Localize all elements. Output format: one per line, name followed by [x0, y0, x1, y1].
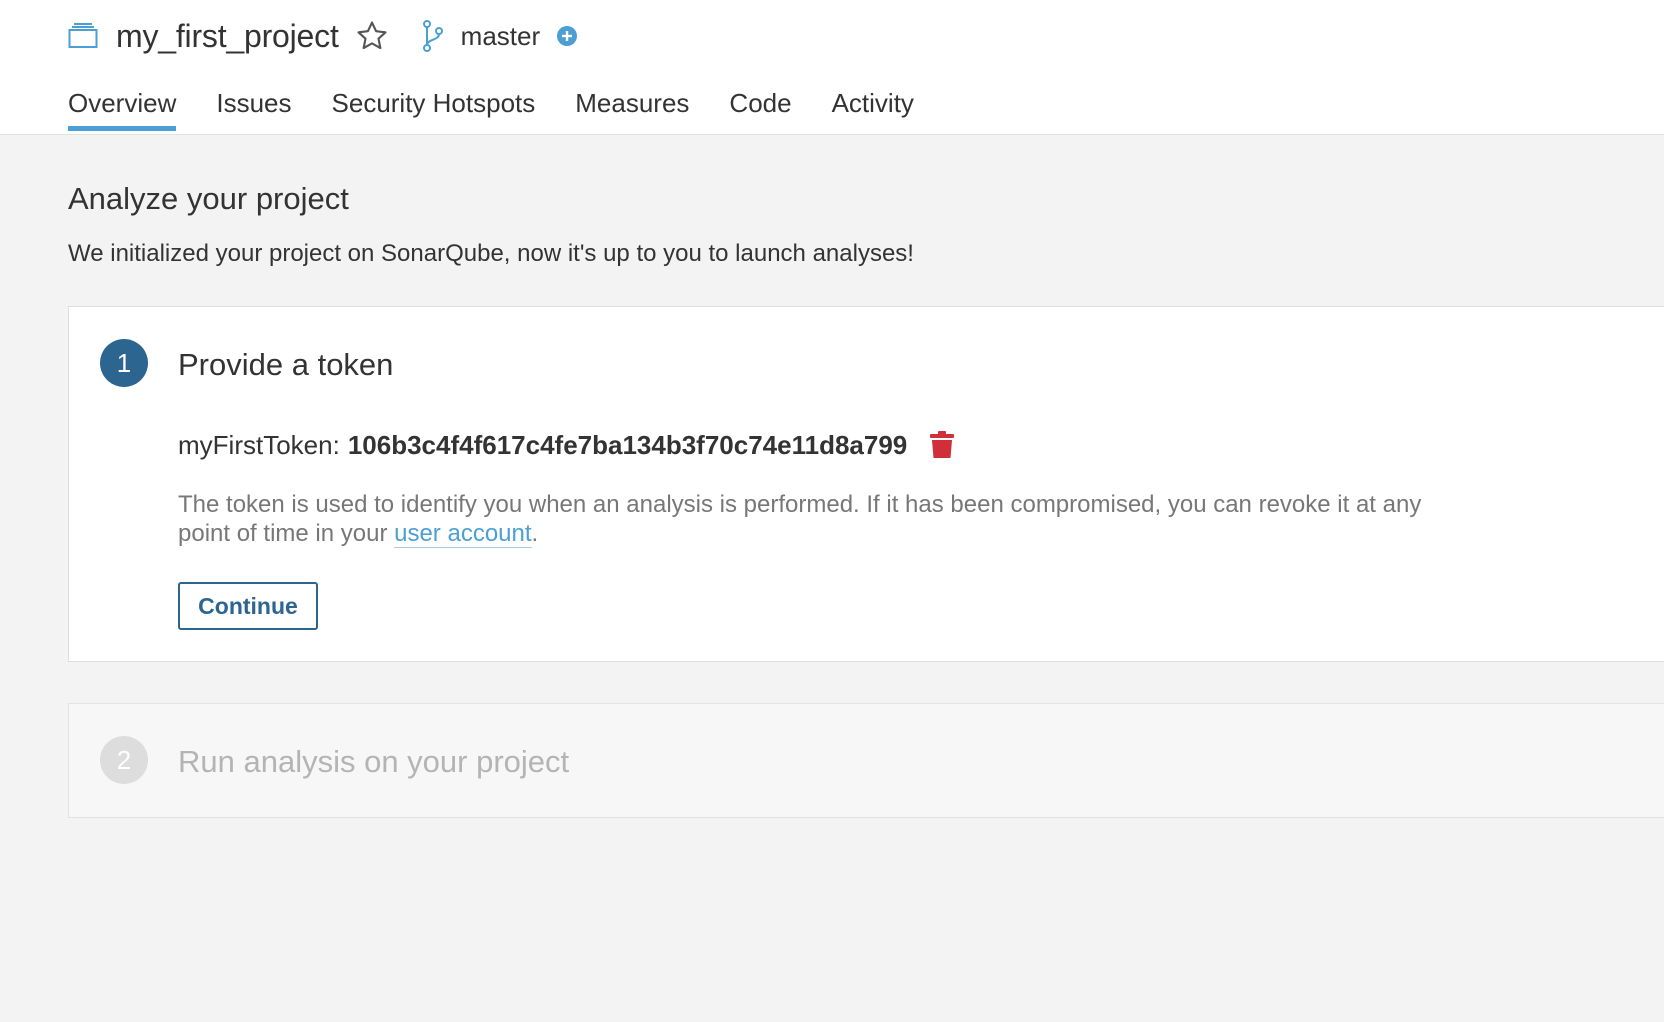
page-title: Analyze your project — [68, 181, 349, 216]
add-branch-icon[interactable] — [556, 24, 580, 48]
step-number-badge: 2 — [100, 736, 148, 784]
trash-icon[interactable] — [929, 430, 957, 460]
project-header: my_first_project master Overview Issues … — [0, 0, 1664, 135]
project-icon — [68, 20, 100, 52]
step-number-badge: 1 — [100, 339, 148, 387]
branch-name[interactable]: master — [461, 21, 540, 52]
tab-security-hotspots[interactable]: Security Hotspots — [332, 82, 536, 131]
page-description: We initialized your project on SonarQube… — [68, 240, 914, 267]
step-title: Provide a token — [178, 347, 394, 382]
user-account-link[interactable]: user account — [394, 520, 532, 548]
step-provide-token: 1 Provide a token myFirstToken: 106b3c4f… — [68, 306, 1664, 662]
token-row: myFirstToken: 106b3c4f4f617c4fe7ba134b3f… — [178, 425, 957, 465]
project-name[interactable]: my_first_project — [116, 18, 339, 55]
token-value: 106b3c4f4f617c4fe7ba134b3f70c74e11d8a799 — [347, 429, 908, 460]
project-title-row: my_first_project master — [68, 14, 580, 58]
tab-activity[interactable]: Activity — [832, 82, 914, 131]
continue-button[interactable]: Continue — [178, 582, 318, 630]
step-title: Run analysis on your project — [178, 744, 570, 779]
token-name: myFirstToken: — [178, 429, 340, 460]
step-run-analysis: 2 Run analysis on your project — [68, 703, 1664, 818]
project-nav-tabs: Overview Issues Security Hotspots Measur… — [68, 82, 954, 135]
tab-code[interactable]: Code — [729, 82, 791, 131]
tab-issues[interactable]: Issues — [216, 82, 291, 131]
token-note: The token is used to identify you when a… — [178, 490, 1448, 548]
tab-measures[interactable]: Measures — [575, 82, 689, 131]
favorite-star-icon[interactable] — [355, 18, 391, 54]
branch-icon — [421, 18, 449, 54]
tab-overview[interactable]: Overview — [68, 82, 177, 131]
token-note-text: The token is used to identify you when a… — [178, 491, 1422, 547]
token-note-end: . — [531, 520, 539, 547]
